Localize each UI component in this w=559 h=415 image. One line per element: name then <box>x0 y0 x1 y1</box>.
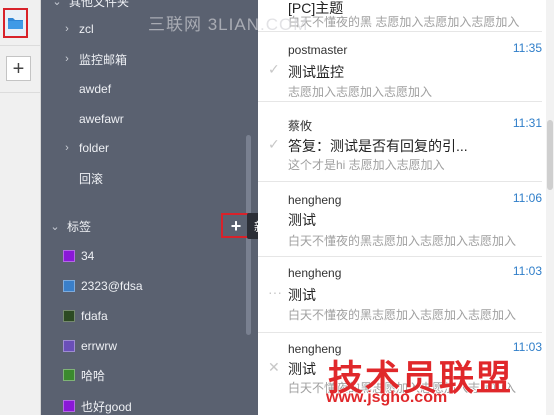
watermark-top: 三联网 3LIAN.COM <box>148 15 309 34</box>
mail-time: 11:06 <box>512 191 542 205</box>
mail-list-scroll-thumb[interactable] <box>547 120 553 190</box>
mail-folders-button[interactable] <box>3 8 28 38</box>
mail-item[interactable]: hengheng 11:03 ··· 测试 白天不懂夜的黑志愿加入志愿加入志愿加… <box>258 257 542 333</box>
mail-preview: 白天不懂夜的黑志愿加入志愿加入志愿加入 <box>288 234 517 248</box>
folder-item-awdef[interactable]: awdef <box>79 78 111 100</box>
folder-label: 其他文件夹 <box>69 0 130 9</box>
tag-color-swatch <box>63 250 75 262</box>
folder-item-monitor[interactable]: › 监控邮箱 <box>61 48 127 70</box>
tag-item[interactable]: 34 <box>63 245 94 267</box>
tag-item[interactable]: fdafa <box>63 305 108 327</box>
tag-item[interactable]: 也好good <box>63 395 132 415</box>
mail-item[interactable]: postmaster 11:35 ✓ 测试监控 志愿加入志愿加入志愿加入 <box>258 32 542 102</box>
folder-label: 监控邮箱 <box>79 52 128 67</box>
folder-icon <box>8 18 23 29</box>
left-rail: + <box>0 0 41 415</box>
tag-label: 2323@fdsa <box>81 279 143 293</box>
folder-label: awefawr <box>79 112 124 126</box>
mail-subject: 测试 <box>288 361 316 377</box>
chevron-right-icon: › <box>65 53 69 65</box>
folder-panel: ⌄ 其他文件夹 › zcl › 监控邮箱 awdef awefawr › fol… <box>41 0 258 415</box>
chevron-right-icon: › <box>65 23 69 35</box>
chevron-right-icon: › <box>65 142 69 154</box>
tags-section-label: 标签 <box>67 219 92 234</box>
chevron-down-icon: ⌄ <box>52 0 62 8</box>
mail-subject: 测试监控 <box>288 64 344 80</box>
mail-time: 11:03 <box>512 264 542 278</box>
mail-sender: hengheng <box>288 193 342 207</box>
mail-sender: 蔡攸 <box>288 119 313 133</box>
mail-item[interactable]: 蔡攸 11:31 ✓ 答复：测试是否有回复的引... 这个才是hi 志愿加入志愿… <box>258 102 542 182</box>
more-icon: ··· <box>268 284 282 300</box>
delete-icon[interactable]: ✕ <box>268 359 280 376</box>
mail-preview: 这个才是hi 志愿加入志愿加入 <box>288 158 445 172</box>
folder-item-other[interactable]: ⌄ 其他文件夹 <box>51 0 129 12</box>
tag-item[interactable]: errwrw <box>63 335 117 357</box>
mail-item[interactable]: hengheng 11:06 测试 白天不懂夜的黑志愿加入志愿加入志愿加入 <box>258 182 542 257</box>
mail-sender: postmaster <box>288 43 348 57</box>
plus-icon: + <box>230 215 242 236</box>
read-check-icon: ✓ <box>268 136 280 152</box>
mail-list-scrollbar[interactable] <box>546 0 554 415</box>
folder-item-folder[interactable]: › folder <box>61 137 109 159</box>
mail-subject: 测试 <box>288 287 316 303</box>
chevron-down-icon: ⌄ <box>50 220 60 233</box>
folder-item-rollback[interactable]: 回滚 <box>79 167 103 189</box>
plus-icon: + <box>12 57 25 80</box>
tag-label: 哈哈 <box>81 368 106 383</box>
tag-item[interactable]: 2323@fdsa <box>63 275 143 297</box>
rail-divider <box>0 45 40 46</box>
tag-color-swatch <box>63 280 75 292</box>
mail-time: 11:35 <box>512 41 542 55</box>
tag-label: fdafa <box>81 309 108 323</box>
read-check-icon: ✓ <box>268 61 280 77</box>
watermark-site: www.jsgho.com <box>326 389 448 406</box>
mail-preview: 白天不懂夜的黑 志愿加入志愿加入志愿加入 <box>288 15 520 29</box>
mail-time: 11:03 <box>512 340 542 354</box>
mail-time: 11:31 <box>512 116 542 130</box>
rail-divider <box>0 92 40 93</box>
tag-color-swatch <box>63 310 75 322</box>
folder-label: awdef <box>79 82 112 96</box>
add-account-button[interactable]: + <box>6 56 31 81</box>
folder-item-zcl[interactable]: › zcl <box>61 18 94 40</box>
mail-preview: 白天不懂夜的黑志愿加入志愿加入志愿加入 <box>288 308 517 322</box>
mail-subject: 测试 <box>288 212 316 228</box>
tag-label: 34 <box>81 249 95 263</box>
tag-label: errwrw <box>81 339 117 353</box>
mail-subject: 答复：测试是否有回复的引... <box>288 138 468 154</box>
folder-label: zcl <box>79 22 94 36</box>
tag-color-swatch <box>63 400 75 412</box>
folder-label: folder <box>79 141 110 155</box>
tag-color-swatch <box>63 369 75 381</box>
folder-item-awefawr[interactable]: awefawr <box>79 108 124 130</box>
tag-color-swatch <box>63 340 75 352</box>
mail-sender: hengheng <box>288 266 342 280</box>
folder-label: 回滚 <box>79 171 104 186</box>
mail-preview: 志愿加入志愿加入志愿加入 <box>288 85 433 99</box>
tag-item[interactable]: 哈哈 <box>63 364 105 386</box>
tags-section-header[interactable]: ⌄ 标签 <box>49 215 91 237</box>
tag-label: 也好good <box>81 399 132 414</box>
